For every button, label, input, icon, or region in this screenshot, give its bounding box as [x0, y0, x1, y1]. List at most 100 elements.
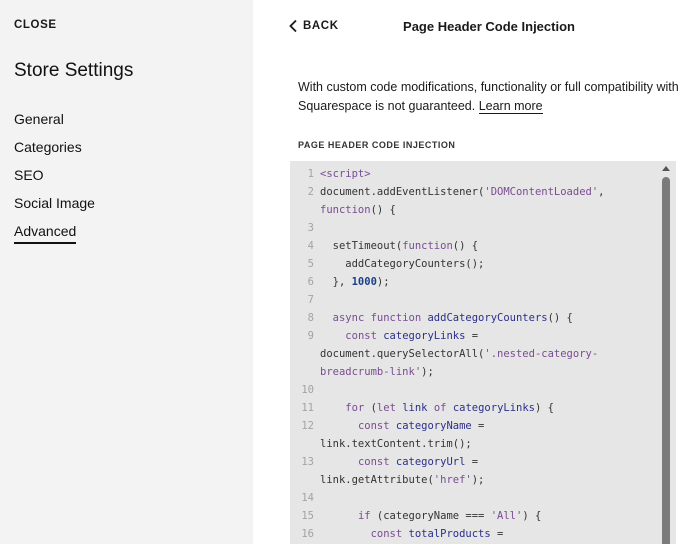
code-text: const totalProducts =: [320, 525, 504, 543]
code-line: 16 const totalProducts =: [290, 525, 650, 543]
line-number: [290, 201, 320, 219]
code-editor[interactable]: 1 <script> 2 document.addEventListener('DOM…: [290, 161, 676, 544]
sidebar-item-seo[interactable]: SEO: [14, 167, 95, 195]
code-line: function() {: [290, 201, 650, 219]
line-number: 12: [301, 420, 314, 432]
code-token: categoryName: [395, 420, 472, 432]
code-token: function: [320, 204, 371, 216]
sidebar-item-categories[interactable]: Categories: [14, 139, 95, 167]
code-line: 10: [290, 381, 650, 399]
code-text: breadcrumb-link');: [320, 363, 434, 381]
code-line: breadcrumb-link');: [290, 363, 650, 381]
code-text: <script>: [320, 165, 371, 183]
code-line: link.getAttribute('href');: [290, 471, 650, 489]
sidebar-item-social-image[interactable]: Social Image: [14, 195, 95, 223]
code-text: link.textContent.trim();: [320, 435, 472, 453]
code-line: 4 setTimeout(function() {: [290, 237, 650, 255]
code-token: 1000: [351, 276, 377, 288]
code-token: =: [490, 528, 504, 540]
code-text: setTimeout(function() {: [320, 237, 478, 255]
code-line: 11 for (let link of categoryLinks) {: [290, 399, 650, 417]
main-panel: BACK Page Header Code Injection With cus…: [253, 0, 700, 544]
code-token: async function: [332, 312, 428, 324]
code-token: },: [320, 276, 352, 288]
learn-more-link[interactable]: Learn more: [478, 99, 543, 114]
code-line: 5 addCategoryCounters();: [290, 255, 650, 273]
code-token: if: [357, 510, 377, 522]
sidebar-item-advanced[interactable]: Advanced: [14, 223, 95, 251]
code-line: 15 if (categoryName === 'All') {: [290, 507, 650, 525]
scroll-up-arrow-icon[interactable]: [662, 166, 670, 171]
code-token: );: [471, 474, 485, 486]
code-line: 12 const categoryName =: [290, 417, 650, 435]
code-token: addCategoryCounters();: [320, 258, 485, 270]
code-line: 1 <script>: [290, 165, 650, 183]
code-token: addCategoryCounters: [427, 312, 548, 324]
code-text: addCategoryCounters();: [320, 255, 484, 273]
editor-scrollbar[interactable]: [660, 161, 672, 544]
code-text: async function addCategoryCounters() {: [320, 309, 573, 327]
code-text: document.addEventListener('DOMContentLoa…: [320, 183, 605, 201]
code-token: () {: [547, 312, 573, 324]
line-number: 4: [307, 240, 314, 252]
code-token: =: [465, 330, 479, 342]
code-token: document.querySelectorAll(: [320, 348, 485, 360]
code-token: const: [357, 420, 396, 432]
code-token: let: [376, 402, 403, 414]
line-number: 11: [301, 402, 314, 414]
line-number: 13: [301, 456, 314, 468]
line-number: 10: [301, 384, 314, 396]
compatibility-notice: With custom code modifications, function…: [298, 78, 700, 116]
code-line: 9 const categoryLinks =: [290, 327, 650, 345]
code-token: link.textContent.trim();: [320, 438, 472, 450]
code-line: 2 document.addEventListener('DOMContentLo…: [290, 183, 650, 201]
code-token: of: [427, 402, 453, 414]
code-text: const categoryUrl =: [320, 453, 478, 471]
code-text: const categoryName =: [320, 417, 484, 435]
code-token: );: [376, 276, 390, 288]
code-token: breadcrumb-link': [320, 366, 422, 378]
sidebar-item-label: General: [14, 111, 64, 127]
code-token: document.addEventListener(: [320, 186, 485, 198]
code-token: );: [421, 366, 434, 378]
code-token: =: [465, 456, 479, 468]
code-text: for (let link of categoryLinks) {: [320, 399, 554, 417]
line-number: 1: [307, 168, 314, 180]
line-number: 9: [307, 330, 314, 342]
code-token: for: [345, 402, 371, 414]
code-text: document.querySelectorAll('.nested-categ…: [320, 345, 598, 363]
code-token: () {: [370, 204, 396, 216]
notice-text: Squarespace is not guaranteed.: [298, 99, 479, 113]
code-line: document.querySelectorAll('.nested-categ…: [290, 345, 650, 363]
code-token: 'All': [490, 510, 523, 522]
code-line: 14: [290, 489, 650, 507]
line-number: [290, 471, 320, 489]
code-line: 6 }, 1000);: [290, 273, 650, 291]
scroll-thumb[interactable]: [662, 177, 670, 544]
notice-line-2: Squarespace is not guaranteed. Learn mor…: [298, 97, 700, 116]
line-number: 14: [301, 492, 314, 504]
code-text: function() {: [320, 201, 396, 219]
code-token: const: [370, 528, 409, 540]
sidebar-item-general[interactable]: General: [14, 111, 95, 139]
page-title: Page Header Code Injection: [403, 19, 575, 34]
code-token: ) {: [535, 402, 554, 414]
code-content[interactable]: 1 <script> 2 document.addEventListener('DOM…: [290, 165, 650, 543]
settings-sidebar: CLOSE Store Settings General Categories …: [0, 0, 253, 544]
code-token: totalProducts: [408, 528, 491, 540]
code-token: ,: [598, 186, 605, 198]
code-token: link.getAttribute(: [320, 474, 434, 486]
section-label: PAGE HEADER CODE INJECTION: [298, 140, 456, 150]
close-button[interactable]: CLOSE: [14, 19, 57, 31]
settings-nav: General Categories SEO Social Image Adva…: [14, 111, 95, 251]
line-number: 8: [307, 312, 314, 324]
line-number: 3: [307, 222, 314, 234]
sidebar-item-label: Social Image: [14, 195, 95, 211]
code-token: link: [402, 402, 428, 414]
